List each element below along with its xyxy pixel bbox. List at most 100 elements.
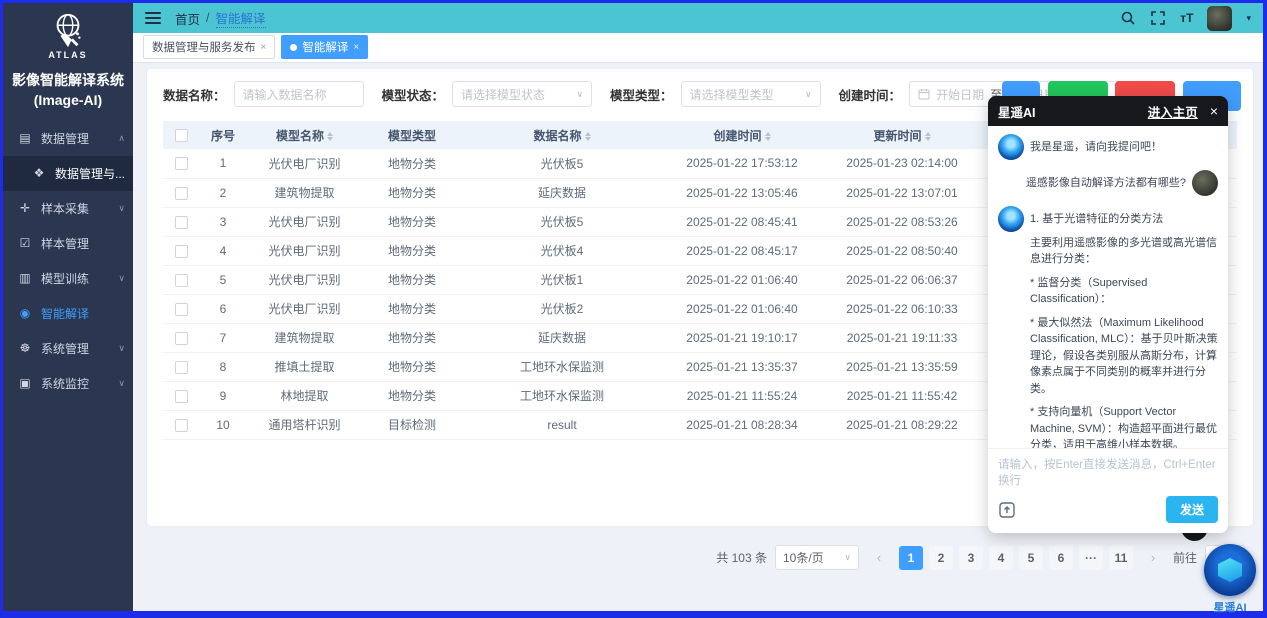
page-button[interactable]: 2	[929, 546, 953, 570]
ai-launcher-icon	[1204, 544, 1256, 596]
database-icon: ▤	[17, 131, 33, 145]
sidebar: ATLAS 影像智能解译系统 (Image-AI) ▤ 数据管理 ∧ ❖ 数据管…	[3, 3, 133, 611]
pagination: 共 103 条 10条/页 ∨ ‹ 123456···11 › 前往	[716, 545, 1245, 570]
bar-chart-icon: ▥	[17, 271, 33, 285]
monitor-icon: ▣	[17, 376, 33, 390]
top-header: 首页 / 智能解译 ᴛT ▾	[133, 3, 1263, 33]
prev-page-button[interactable]: ‹	[867, 546, 891, 570]
goto-label: 前往	[1173, 549, 1197, 566]
row-checkbox[interactable]	[175, 390, 188, 403]
chevron-down-icon: ∨	[118, 343, 125, 354]
chat-messages: 我是星遥，请向我提问吧！ 遥感影像自动解译方法都有哪些? 1. 基于光谱特征的分…	[988, 126, 1228, 448]
row-checkbox[interactable]	[175, 157, 188, 170]
bot-message-long: 1. 基于光谱特征的分类方法 主要利用遥感影像的多光谱或高光谱信息进行分类： *…	[998, 206, 1218, 448]
model-status-label: 模型状态：	[382, 85, 445, 104]
close-icon[interactable]: ×	[1210, 103, 1218, 119]
page-button[interactable]: 6	[1049, 546, 1073, 570]
row-checkbox[interactable]	[175, 332, 188, 345]
row-checkbox[interactable]	[175, 187, 188, 200]
sort-icons[interactable]	[327, 132, 333, 141]
page-button[interactable]: 3	[959, 546, 983, 570]
sidebar-menu: ▤ 数据管理 ∧ ❖ 数据管理与... ✛ 样本采集 ∨ ☑ 样本管理 ▥ 模型…	[3, 121, 133, 611]
breadcrumb-current[interactable]: 智能解译	[216, 8, 266, 28]
page-button[interactable]: 11	[1109, 546, 1133, 570]
user-avatar[interactable]	[1207, 6, 1232, 31]
ai-chat-panel: 星遥AI 进入主页 × 我是星遥，请向我提问吧！ 遥感影像自动解译方法都有哪些?…	[988, 96, 1228, 533]
move-cross-icon: ✛	[17, 201, 33, 215]
calendar-icon	[918, 88, 930, 100]
data-name-input[interactable]: 请输入数据名称	[234, 81, 364, 107]
page-button[interactable]: 5	[1019, 546, 1043, 570]
fullscreen-icon[interactable]	[1150, 10, 1166, 26]
ai-assistant-launcher[interactable]: 星遥AI	[1201, 544, 1259, 615]
row-checkbox[interactable]	[175, 216, 188, 229]
chevron-up-icon: ∧	[118, 133, 125, 144]
page-button[interactable]: 4	[989, 546, 1013, 570]
page-button[interactable]: ···	[1079, 546, 1103, 570]
tab-intelligent-interpretation[interactable]: 智能解译 ×	[281, 35, 368, 59]
col-seq: 序号	[199, 121, 247, 149]
enter-home-link[interactable]: 进入主页	[1148, 102, 1198, 121]
search-icon[interactable]	[1120, 10, 1136, 26]
chevron-down-icon: ∨	[805, 89, 812, 100]
font-size-icon[interactable]: ᴛT	[1180, 11, 1193, 25]
checkbox-icon: ☑	[17, 236, 33, 250]
col-updated: 更新时间	[822, 121, 982, 149]
data-name-label: 数据名称：	[163, 85, 226, 104]
upload-file-icon[interactable]	[998, 501, 1016, 519]
logo-text: ATLAS	[48, 50, 87, 60]
send-button[interactable]: 发送	[1166, 496, 1218, 523]
row-checkbox[interactable]	[175, 303, 188, 316]
sidebar-item-system-management[interactable]: ☸ 系统管理 ∨	[3, 331, 133, 366]
chat-header: 星遥AI 进入主页 ×	[988, 96, 1228, 126]
breadcrumb-home[interactable]: 首页	[175, 9, 200, 28]
close-icon[interactable]: ×	[261, 42, 267, 53]
row-checkbox[interactable]	[175, 245, 188, 258]
col-data-name: 数据名称	[462, 121, 662, 149]
sidebar-item-data-management[interactable]: ▤ 数据管理 ∧	[3, 121, 133, 156]
page-button[interactable]: 1	[899, 546, 923, 570]
close-icon[interactable]: ×	[353, 42, 359, 53]
system-title: 影像智能解译系统 (Image-AI)	[3, 62, 133, 121]
sort-icons[interactable]	[765, 132, 771, 141]
select-all-checkbox[interactable]	[175, 129, 188, 142]
chat-footer: 发送	[988, 488, 1228, 533]
model-status-select[interactable]: 请选择模型状态 ∨	[452, 81, 592, 107]
sidebar-item-sample-collect[interactable]: ✛ 样本采集 ∨	[3, 191, 133, 226]
chat-title: 星遥AI	[998, 102, 1036, 121]
tab-data-management-publish[interactable]: 数据管理与服务发布 ×	[143, 35, 275, 59]
sidebar-item-sample-management[interactable]: ☑ 样本管理	[3, 226, 133, 261]
tag-tabs-bar: 数据管理与服务发布 × 智能解译 ×	[133, 33, 1263, 63]
col-created: 创建时间	[662, 121, 822, 149]
atlas-globe-icon	[49, 11, 87, 49]
row-checkbox[interactable]	[175, 274, 188, 287]
bot-message: 我是星遥，请向我提问吧！	[998, 134, 1218, 160]
date-start-input[interactable]: 开始日期	[936, 86, 984, 103]
col-model-type: 模型类型	[362, 121, 462, 149]
model-type-label: 模型类型：	[610, 85, 673, 104]
chat-input[interactable]: 请输入，按Enter直接发送消息，Ctrl+Enter换行	[988, 449, 1228, 488]
avatar-caret-icon[interactable]: ▾	[1246, 13, 1251, 24]
page-buttons: 123456···11	[899, 546, 1133, 570]
sidebar-item-data-management-publish[interactable]: ❖ 数据管理与...	[3, 156, 133, 191]
sidebar-item-model-training[interactable]: ▥ 模型训练 ∨	[3, 261, 133, 296]
sort-icons[interactable]	[585, 132, 591, 141]
chevron-down-icon: ∨	[118, 273, 125, 284]
created-time-label: 创建时间：	[839, 85, 902, 104]
collapse-menu-icon[interactable]	[145, 12, 161, 24]
chevron-down-icon: ∨	[118, 378, 125, 389]
sidebar-item-intelligent-interpretation[interactable]: ◉ 智能解译	[3, 296, 133, 331]
row-checkbox[interactable]	[175, 419, 188, 432]
sidebar-item-system-monitor[interactable]: ▣ 系统监控 ∨	[3, 366, 133, 401]
model-type-select[interactable]: 请选择模型类型 ∨	[681, 81, 821, 107]
cluster-icon: ❖	[31, 166, 47, 180]
page-size-select[interactable]: 10条/页 ∨	[775, 545, 859, 570]
header-actions: ᴛT ▾	[1120, 6, 1251, 31]
sort-icons[interactable]	[925, 132, 931, 141]
user-message: 遥感影像自动解译方法都有哪些?	[998, 170, 1218, 196]
row-checkbox[interactable]	[175, 361, 188, 374]
app-logo: ATLAS	[3, 3, 133, 62]
next-page-button[interactable]: ›	[1141, 546, 1165, 570]
user-avatar-small	[1192, 170, 1218, 196]
total-count: 共 103 条	[716, 549, 767, 566]
